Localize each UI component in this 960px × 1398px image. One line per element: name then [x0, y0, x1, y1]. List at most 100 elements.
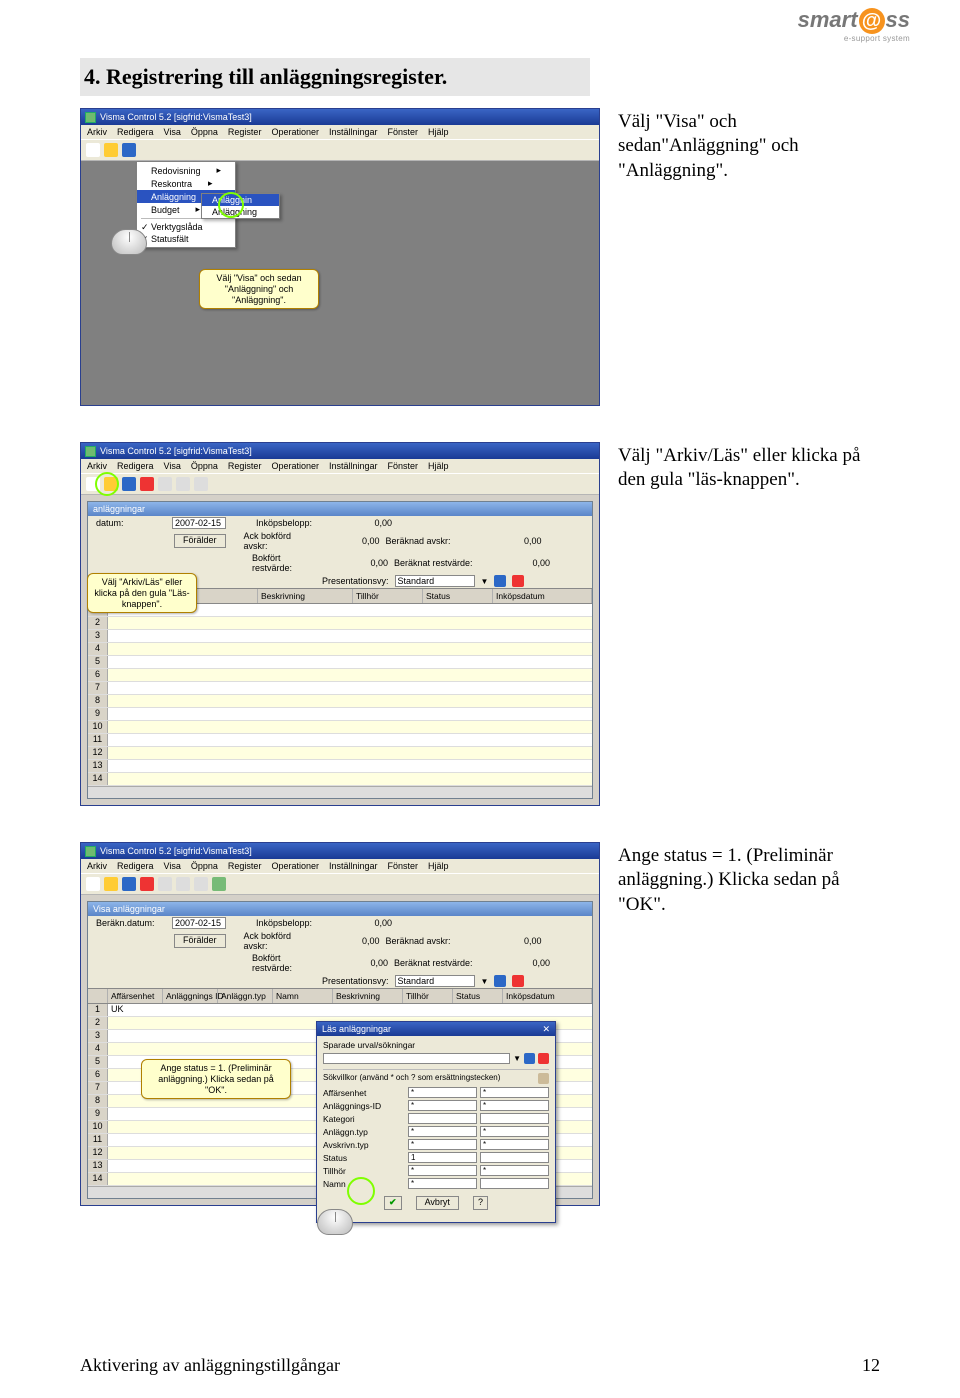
col-aid[interactable]: Anläggnings ID	[163, 989, 218, 1003]
cut-icon[interactable]	[194, 477, 208, 491]
menu-hjalp[interactable]: Hjälp	[428, 127, 449, 137]
presentation-select[interactable]: Standard	[395, 975, 475, 987]
menu-redigera[interactable]: Redigera	[117, 461, 154, 471]
menu-register[interactable]: Register	[228, 127, 262, 137]
save-view-icon[interactable]	[494, 975, 506, 987]
menu-visa[interactable]: Visa	[164, 861, 181, 871]
data-grid[interactable]: 1UK234567891011121314	[88, 604, 592, 786]
col-descr[interactable]: Beskrivning	[258, 589, 353, 603]
col-tillhor[interactable]: Tillhör	[353, 589, 423, 603]
close-icon[interactable]: ✕	[542, 1024, 550, 1035]
foralder-button[interactable]: Förälder	[174, 534, 226, 548]
dialog-row-input-b[interactable]	[480, 1178, 549, 1189]
dialog-row-input-a[interactable]	[408, 1113, 477, 1124]
save-icon[interactable]	[122, 477, 136, 491]
menu-arkiv[interactable]: Arkiv	[87, 461, 107, 471]
ok-button[interactable]: ✔ OK	[384, 1196, 402, 1210]
menu-fonster[interactable]: Fönster	[388, 461, 419, 471]
dialog-row-input-b[interactable]: *	[480, 1100, 549, 1111]
copy-icon[interactable]	[158, 477, 172, 491]
menu-oppna[interactable]: Öppna	[191, 461, 218, 471]
menu-arkiv[interactable]: Arkiv	[87, 127, 107, 137]
dialog-row-input-a[interactable]: *	[408, 1087, 477, 1098]
close-icon[interactable]	[140, 877, 154, 891]
read-icon[interactable]	[104, 877, 118, 891]
save-icon[interactable]	[122, 143, 136, 157]
menu-installningar[interactable]: Inställningar	[329, 461, 378, 471]
window-titlebar[interactable]: Visma Control 5.2 [sigfrid:VismaTest3]	[81, 843, 599, 859]
dialog-delete-icon[interactable]	[538, 1053, 549, 1064]
menu-arkiv[interactable]: Arkiv	[87, 861, 107, 871]
col-descr[interactable]: Beskrivning	[333, 989, 403, 1003]
dialog-row-input-b[interactable]: *	[480, 1126, 549, 1137]
menu-redigera[interactable]: Redigera	[117, 861, 154, 871]
menu-operationer[interactable]: Operationer	[271, 127, 319, 137]
help-icon[interactable]	[212, 877, 226, 891]
menu-oppna[interactable]: Öppna	[191, 861, 218, 871]
col-status[interactable]: Status	[423, 589, 493, 603]
menubar[interactable]: Arkiv Redigera Visa Öppna Register Opera…	[81, 125, 599, 139]
open-icon[interactable]	[104, 143, 118, 157]
save-icon[interactable]	[122, 877, 136, 891]
menu-statusfalt[interactable]: Statusfält	[137, 233, 235, 245]
cut-icon[interactable]	[194, 877, 208, 891]
close-icon[interactable]	[140, 477, 154, 491]
dialog-row-input-b[interactable]: *	[480, 1087, 549, 1098]
menu-register[interactable]: Register	[228, 461, 262, 471]
cancel-button[interactable]: Avbryt	[416, 1196, 459, 1210]
date-field[interactable]: 2007-02-15	[172, 917, 226, 929]
menu-fonster[interactable]: Fönster	[388, 861, 419, 871]
menu-redovisning[interactable]: Redovisning	[137, 164, 235, 177]
dialog-row-input-b[interactable]	[480, 1152, 549, 1163]
paste-icon[interactable]	[176, 477, 190, 491]
window-titlebar[interactable]: Visma Control 5.2 [sigfrid:VismaTest3]	[81, 109, 599, 125]
dialog-row-input-a[interactable]: *	[408, 1178, 477, 1189]
menu-installningar[interactable]: Inställningar	[329, 127, 378, 137]
col-status[interactable]: Status	[453, 989, 503, 1003]
menu-reskontra[interactable]: Reskontra	[137, 177, 235, 190]
clipboard-icon[interactable]	[538, 1073, 549, 1084]
col-inkops[interactable]: Inköpsdatum	[503, 989, 592, 1003]
dialog-row-input-b[interactable]	[480, 1113, 549, 1124]
date-field[interactable]: 2007-02-15	[172, 517, 226, 529]
dialog-row-input-a[interactable]: *	[408, 1139, 477, 1150]
menu-hjalp[interactable]: Hjälp	[428, 461, 449, 471]
save-view-icon[interactable]	[494, 575, 506, 587]
help-button[interactable]: ?	[473, 1196, 488, 1210]
foralder-button[interactable]: Förälder	[174, 934, 226, 948]
menu-visa[interactable]: Visa	[164, 461, 181, 471]
dialog-row-input-b[interactable]: *	[480, 1165, 549, 1176]
window-titlebar[interactable]: Visma Control 5.2 [sigfrid:VismaTest3]	[81, 443, 599, 459]
menu-visa[interactable]: Visa	[164, 127, 181, 137]
menu-fonster[interactable]: Fönster	[388, 127, 419, 137]
copy-icon[interactable]	[158, 877, 172, 891]
dialog-save-icon[interactable]	[524, 1053, 535, 1064]
dialog-row-input-a[interactable]: 1	[408, 1152, 477, 1163]
dialog-row-input-b[interactable]: *	[480, 1139, 549, 1150]
col-ae[interactable]: Affärsenhet	[108, 989, 163, 1003]
col-name[interactable]: Namn	[273, 989, 333, 1003]
menu-hjalp[interactable]: Hjälp	[428, 861, 449, 871]
new-icon[interactable]	[86, 877, 100, 891]
presentation-select[interactable]: Standard	[395, 575, 475, 587]
menu-redigera[interactable]: Redigera	[117, 127, 154, 137]
col-inkops[interactable]: Inköpsdatum	[493, 589, 592, 603]
col-type[interactable]: Anläggn.typ	[218, 989, 273, 1003]
dialog-row-input-a[interactable]: *	[408, 1165, 477, 1176]
menu-verktygslada[interactable]: Verktygslåda	[137, 221, 235, 233]
menu-register[interactable]: Register	[228, 861, 262, 871]
menubar[interactable]: Arkiv Redigera Visa Öppna Register Opera…	[81, 459, 599, 473]
menu-installningar[interactable]: Inställningar	[329, 861, 378, 871]
col-tillhor[interactable]: Tillhör	[403, 989, 453, 1003]
new-icon[interactable]	[86, 143, 100, 157]
menu-oppna[interactable]: Öppna	[191, 127, 218, 137]
paste-icon[interactable]	[176, 877, 190, 891]
delete-view-icon[interactable]	[512, 575, 524, 587]
dialog-row-input-a[interactable]: *	[408, 1126, 477, 1137]
dialog-row-input-a[interactable]: *	[408, 1100, 477, 1111]
saved-select[interactable]	[323, 1053, 510, 1064]
menu-operationer[interactable]: Operationer	[271, 861, 319, 871]
scrollbar[interactable]	[88, 786, 592, 798]
delete-view-icon[interactable]	[512, 975, 524, 987]
menubar[interactable]: Arkiv Redigera Visa Öppna Register Opera…	[81, 859, 599, 873]
